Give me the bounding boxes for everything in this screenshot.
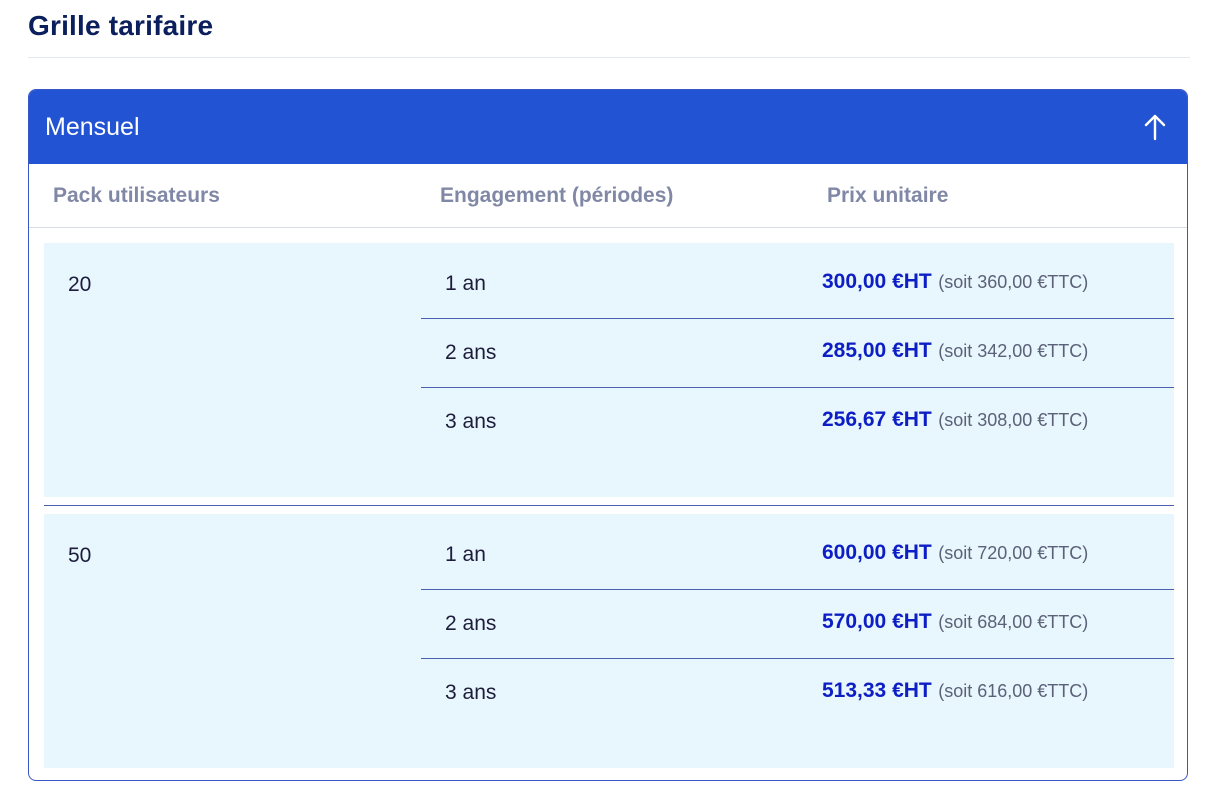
panel-header[interactable]: Mensuel [29,90,1187,164]
arrow-up-icon [1144,114,1166,141]
price-ht: 285,00 €HT [822,339,932,362]
price-ht: 600,00 €HT [822,541,932,564]
engagement-value: 3 ans [445,410,497,433]
column-header-pack: Pack utilisateurs [53,184,220,207]
pricing-panel: Mensuel Pack utilisateurs Engagement (pé… [28,89,1188,781]
price-cell: 256,67 €HT (soit 308,00 €TTC) [822,408,1088,432]
price-ttc: (soit 360,00 €TTC) [938,272,1089,292]
collapse-button[interactable] [1135,107,1175,147]
group-divider [44,505,1174,506]
panel-title: Mensuel [45,112,140,141]
price-ht: 300,00 €HT [822,270,932,293]
price-ttc: (soit 342,00 €TTC) [938,341,1089,361]
engagement-value: 2 ans [445,341,497,364]
price-cell: 570,00 €HT (soit 684,00 €TTC) [822,610,1088,634]
pack-group: 50 1 an 600,00 €HT (soit 720,00 €TTC) 2 … [44,514,1174,768]
column-header-price: Prix unitaire [827,184,949,207]
price-ttc: (soit 308,00 €TTC) [938,410,1089,430]
price-cell: 513,33 €HT (soit 616,00 €TTC) [822,679,1088,703]
engagement-value: 1 an [445,543,486,566]
engagement-value: 1 an [445,272,486,295]
title-divider [28,57,1190,58]
price-ttc: (soit 684,00 €TTC) [938,612,1089,632]
price-cell: 600,00 €HT (soit 720,00 €TTC) [822,541,1088,565]
price-ttc: (soit 720,00 €TTC) [938,543,1089,563]
pack-value: 50 [68,544,92,567]
table-row: 3 ans 513,33 €HT (soit 616,00 €TTC) [421,659,1174,728]
table-row: 2 ans 570,00 €HT (soit 684,00 €TTC) [421,590,1174,659]
price-ht: 256,67 €HT [822,408,932,431]
price-ht: 513,33 €HT [822,679,932,702]
table-row: 2 ans 285,00 €HT (soit 342,00 €TTC) [421,319,1174,388]
page-title: Grille tarifaire [28,10,214,41]
pack-value: 20 [68,273,92,296]
table-row: 1 an 600,00 €HT (soit 720,00 €TTC) [421,521,1174,590]
pack-group: 20 1 an 300,00 €HT (soit 360,00 €TTC) 2 … [44,243,1174,497]
price-ttc: (soit 616,00 €TTC) [938,681,1089,701]
engagement-value: 2 ans [445,612,497,635]
engagement-value: 3 ans [445,681,497,704]
table-row: 3 ans 256,67 €HT (soit 308,00 €TTC) [421,388,1174,457]
column-header-engagement: Engagement (périodes) [440,184,674,207]
table-row: 1 an 300,00 €HT (soit 360,00 €TTC) [421,250,1174,319]
price-ht: 570,00 €HT [822,610,932,633]
price-cell: 300,00 €HT (soit 360,00 €TTC) [822,270,1088,294]
column-headers: Pack utilisateurs Engagement (périodes) … [29,164,1187,228]
price-cell: 285,00 €HT (soit 342,00 €TTC) [822,339,1088,363]
